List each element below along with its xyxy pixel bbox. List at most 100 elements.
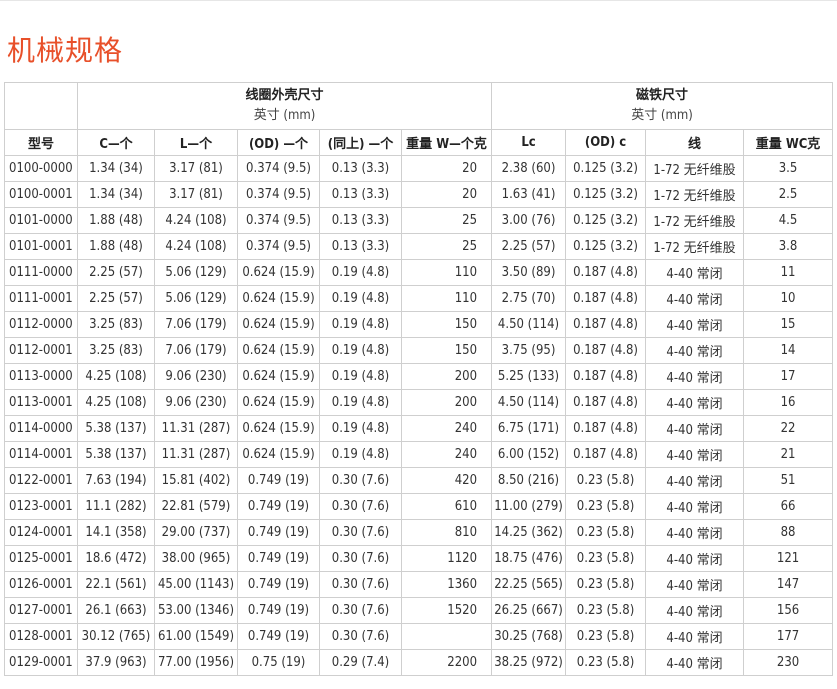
cell-id: 0.19 (4.8) [319, 285, 402, 312]
cell-wire: 4-40 常闭 [645, 545, 745, 572]
cell-wire: 4-40 常闭 [645, 285, 745, 312]
cell-l: 9.06 (230) [154, 389, 238, 416]
cell-l: 7.06 (179) [154, 311, 238, 338]
cell-weight: 150 [400, 337, 493, 364]
cell-weight-c: 15 [743, 311, 834, 338]
magnet-group-header: 磁铁尺寸 英寸 (mm) [491, 82, 834, 130]
cell-weight: 20 [400, 181, 493, 208]
cell-c: 5.38 (137) [77, 441, 155, 468]
coil-group-title: 线圈外壳尺寸 [245, 88, 324, 103]
cell-weight: 25 [400, 207, 493, 234]
cell-weight-c: 147 [743, 571, 834, 598]
cell-wire: 1-72 无纤维股 [645, 207, 745, 234]
cell-weight-c: 4.5 [743, 207, 834, 234]
cell-od: 0.624 (15.9) [237, 311, 320, 338]
cell-c: 3.25 (83) [77, 311, 155, 338]
cell-weight-c: 88 [743, 519, 834, 546]
cell-lc: 18.75 (476) [491, 545, 567, 572]
cell-id: 0.13 (3.3) [319, 233, 402, 260]
cell-wire: 1-72 无纤维股 [645, 155, 745, 182]
cell-od: 0.374 (9.5) [237, 233, 320, 260]
cell-id: 0.19 (4.8) [319, 363, 402, 390]
cell-c: 14.1 (358) [77, 519, 155, 546]
cell-odc: 0.187 (4.8) [565, 363, 647, 390]
cell-weight-c: 177 [743, 623, 834, 650]
cell-od: 0.374 (9.5) [237, 207, 320, 234]
cell-id: 0.13 (3.3) [319, 181, 402, 208]
cell-lc: 38.25 (972) [491, 649, 567, 676]
cell-wire: 4-40 常闭 [645, 415, 745, 442]
cell-weight [400, 623, 493, 650]
cell-c: 11.1 (282) [77, 493, 155, 520]
table-row: 0113-0000 4.25 (108) 9.06 (230) 0.624 (15.9… [4, 363, 834, 390]
cell-lc: 2.75 (70) [491, 285, 567, 312]
cell-weight-c: 10 [743, 285, 834, 312]
table-row: 0125-0001 18.6 (472) 38.00 (965) 0.749 (19)… [4, 545, 834, 572]
cell-odc: 0.23 (5.8) [565, 467, 647, 494]
cell-odc: 0.23 (5.8) [565, 493, 647, 520]
cell-c: 4.25 (108) [77, 363, 155, 390]
cell-od: 0.749 (19) [237, 519, 320, 546]
cell-c: 3.25 (83) [77, 337, 155, 364]
col-header-c: C—个 [77, 129, 155, 156]
cell-odc: 0.23 (5.8) [565, 571, 647, 598]
cell-lc: 30.25 (768) [491, 623, 567, 650]
cell-wire: 4-40 常闭 [645, 259, 745, 286]
cell-l: 15.81 (402) [154, 467, 238, 494]
column-header-row: 型号 C—个 L—个 (OD) —个 (同上) —个 重量 W—个克 Lc (O… [4, 129, 834, 156]
cell-weight: 150 [400, 311, 493, 338]
cell-c: 2.25 (57) [77, 259, 155, 286]
cell-lc: 11.00 (279) [491, 493, 567, 520]
cell-od: 0.374 (9.5) [237, 181, 320, 208]
cell-id: 0.30 (7.6) [319, 493, 402, 520]
cell-c: 2.25 (57) [77, 285, 155, 312]
cell-odc: 0.125 (3.2) [565, 207, 647, 234]
coil-group-unit: 英寸 (mm) [253, 108, 316, 123]
col-header-l: L—个 [154, 129, 238, 156]
cell-c: 4.25 (108) [77, 389, 155, 416]
cell-id: 0.30 (7.6) [319, 467, 402, 494]
cell-id: 0.13 (3.3) [319, 155, 402, 182]
col-header-id: (同上) —个 [319, 129, 402, 156]
cell-weight: 2200 [400, 649, 493, 676]
table-row: 0129-0001 37.9 (963) 77.00 (1956) 0.75 (19)… [4, 649, 834, 676]
cell-weight: 1360 [400, 571, 493, 598]
cell-weight-c: 17 [743, 363, 834, 390]
col-header-odc: (OD) c [565, 129, 647, 156]
cell-l: 53.00 (1346) [154, 597, 238, 624]
cell-weight: 420 [400, 467, 493, 494]
cell-id: 0.13 (3.3) [319, 207, 402, 234]
cell-weight: 610 [400, 493, 493, 520]
cell-weight: 810 [400, 519, 493, 546]
cell-weight-c: 3.8 [743, 233, 834, 260]
cell-wire: 4-40 常闭 [645, 597, 745, 624]
table-row: 0100-0001 1.34 (34) 3.17 (81) 0.374 (9.5) 0.… [4, 181, 834, 208]
cell-weight-c: 156 [743, 597, 834, 624]
cell-od: 0.624 (15.9) [237, 441, 320, 468]
cell-odc: 0.23 (5.8) [565, 623, 647, 650]
cell-weight: 240 [400, 441, 493, 468]
cell-model: 0113-0000 [4, 363, 78, 390]
cell-wire: 4-40 常闭 [645, 311, 745, 338]
cell-odc: 0.187 (4.8) [565, 389, 647, 416]
col-header-lc: Lc [491, 129, 567, 156]
cell-lc: 4.50 (114) [491, 311, 567, 338]
cell-wire: 4-40 常闭 [645, 493, 745, 520]
cell-lc: 3.75 (95) [491, 337, 567, 364]
cell-lc: 4.50 (114) [491, 389, 567, 416]
cell-weight: 110 [400, 259, 493, 286]
cell-weight: 1120 [400, 545, 493, 572]
cell-c: 5.38 (137) [77, 415, 155, 442]
cell-model: 0111-0001 [4, 285, 78, 312]
cell-odc: 0.187 (4.8) [565, 285, 647, 312]
cell-l: 11.31 (287) [154, 441, 238, 468]
cell-c: 1.88 (48) [77, 207, 155, 234]
cell-od: 0.624 (15.9) [237, 285, 320, 312]
cell-odc: 0.125 (3.2) [565, 233, 647, 260]
coil-group-header: 线圈外壳尺寸 英寸 (mm) [76, 82, 493, 130]
cell-model: 0129-0001 [4, 649, 78, 676]
cell-weight-c: 22 [743, 415, 834, 442]
cell-weight-c: 51 [743, 467, 834, 494]
cell-id: 0.30 (7.6) [319, 545, 402, 572]
cell-c: 26.1 (663) [77, 597, 155, 624]
